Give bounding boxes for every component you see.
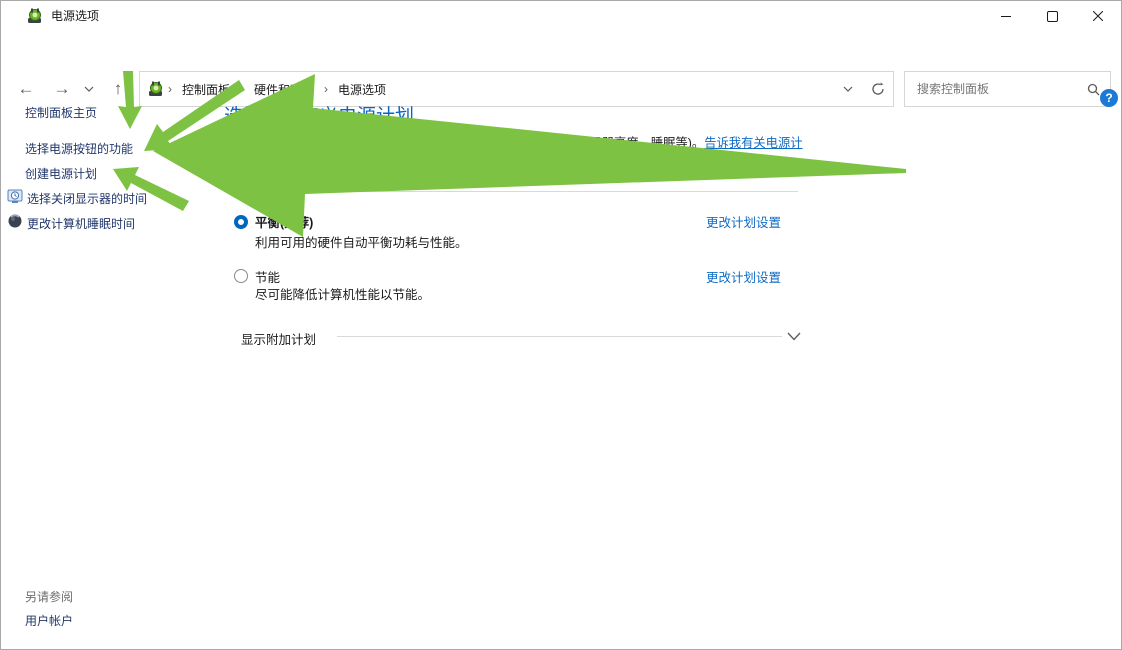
search-box bbox=[904, 71, 1111, 107]
maximize-icon bbox=[1047, 11, 1058, 22]
page-title: 选择或自定义电源计划 bbox=[224, 101, 414, 128]
sidebar-item-control-panel-home[interactable]: 控制面板主页 bbox=[25, 104, 97, 121]
window-controls bbox=[983, 1, 1121, 31]
breadcrumb-separator: › bbox=[324, 82, 328, 96]
show-additional-plans-label[interactable]: 显示附加计划 bbox=[241, 329, 316, 348]
help-button[interactable]: ? bbox=[1100, 89, 1118, 107]
see-also-heading: 另请参阅 bbox=[25, 588, 73, 605]
intro-paragraph: 电源计划是管理计算机如何使用电源的硬件设置和系统设置(如显示器亮度、睡眠等)。告… bbox=[241, 133, 803, 173]
intro-text: 电源计划是管理计算机如何使用电源的硬件设置和系统设置(如显示器亮度、睡眠等)。 bbox=[241, 136, 704, 150]
sidebar-item-display-off-time[interactable]: 选择关闭显示器的时间 bbox=[27, 190, 147, 207]
close-icon bbox=[1093, 11, 1103, 21]
radio-balanced[interactable] bbox=[234, 215, 248, 229]
refresh-icon[interactable] bbox=[871, 82, 885, 96]
up-button[interactable]: ↑ bbox=[105, 71, 131, 107]
forward-button[interactable]: → bbox=[49, 71, 75, 107]
expand-additional-plans-button[interactable] bbox=[787, 328, 801, 346]
search-icon[interactable] bbox=[1087, 83, 1100, 96]
plan-desc-balanced: 利用可用的硬件自动平衡功耗与性能。 bbox=[255, 232, 468, 251]
change-plan-settings-link-balanced[interactable]: 更改计划设置 bbox=[706, 212, 781, 231]
chevron-down-icon bbox=[84, 86, 94, 92]
breadcrumb-item-hardware-sound[interactable]: 硬件和声音 bbox=[254, 81, 314, 98]
forward-icon: → bbox=[54, 79, 71, 99]
breadcrumb-power-icon bbox=[148, 81, 164, 97]
sleep-time-icon bbox=[7, 213, 23, 229]
help-icon: ? bbox=[1105, 91, 1112, 105]
breadcrumb-item-power-options[interactable]: 电源选项 bbox=[338, 81, 386, 98]
recent-pages-button[interactable] bbox=[81, 71, 97, 107]
minimize-icon bbox=[1001, 16, 1011, 17]
back-icon: ← bbox=[18, 79, 35, 99]
power-options-window: 电源选项 ← → ↑ bbox=[0, 0, 1122, 650]
search-input[interactable] bbox=[915, 81, 1087, 97]
sidebar-item-sleep-time[interactable]: 更改计算机睡眠时间 bbox=[27, 215, 135, 232]
title-bar: 电源选项 bbox=[1, 1, 1121, 32]
plan-desc-power-saver: 尽可能降低计算机性能以节能。 bbox=[255, 284, 430, 303]
minimize-button[interactable] bbox=[983, 1, 1029, 31]
section-divider bbox=[241, 191, 798, 192]
plan-name-balanced[interactable]: 平衡(推荐) bbox=[255, 212, 313, 231]
change-plan-settings-link-power-saver[interactable]: 更改计划设置 bbox=[706, 267, 781, 286]
radio-power-saver[interactable] bbox=[234, 269, 248, 283]
breadcrumb-separator: › bbox=[168, 82, 172, 96]
additional-plans-rule bbox=[337, 336, 782, 337]
power-options-icon bbox=[27, 8, 43, 24]
back-button[interactable]: ← bbox=[13, 71, 39, 107]
sidebar-item-user-accounts[interactable]: 用户帐户 bbox=[25, 612, 73, 629]
sidebar-item-create-power-plan[interactable]: 创建电源计划 bbox=[25, 165, 97, 182]
sidebar-item-power-button-function[interactable]: 选择电源按钮的功能 bbox=[25, 140, 133, 157]
window-title: 电源选项 bbox=[51, 1, 99, 31]
navigation-bar: ← → ↑ › 控制面板 › 硬件和声音 › 电源选项 bbox=[1, 31, 1121, 87]
maximize-button[interactable] bbox=[1029, 1, 1075, 31]
address-dropdown-icon[interactable] bbox=[843, 86, 853, 92]
close-button[interactable] bbox=[1075, 1, 1121, 31]
up-icon: ↑ bbox=[114, 79, 123, 99]
chevron-down-icon bbox=[787, 332, 801, 341]
breadcrumb-item-control-panel[interactable]: 控制面板 bbox=[182, 81, 230, 98]
breadcrumb-separator: › bbox=[240, 82, 244, 96]
display-off-time-icon bbox=[7, 188, 23, 204]
